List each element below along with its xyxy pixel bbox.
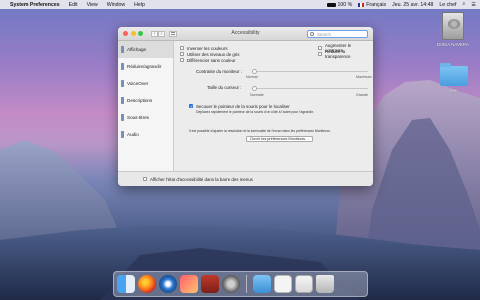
open-monitors-button[interactable]: Ouvrir les préférences Moniteurs…: [246, 136, 313, 142]
descriptions-icon: [121, 97, 124, 104]
captions-icon: [121, 114, 124, 121]
contrast-label: Contraste du moniteur :: [196, 69, 242, 74]
voiceover-icon: [121, 80, 124, 87]
sidebar-item-captions[interactable]: Sous-titres: [118, 109, 173, 126]
display-note: Il est possible d'ajuster la résolution …: [189, 129, 331, 133]
footer-label: Afficher l'état d'accessibilité dans la …: [150, 176, 253, 182]
shake-pointer-checkbox[interactable]: Secouer le pointeur de la souris pour le…: [189, 103, 290, 109]
audio-icon: [121, 131, 124, 138]
menu-help[interactable]: Help: [134, 2, 145, 8]
menu-app-name[interactable]: System Preferences: [10, 2, 60, 8]
music-icon[interactable]: [180, 275, 198, 293]
sidebar-item-affichage[interactable]: Affichage: [118, 41, 173, 58]
sidebar-item-zoom[interactable]: Réduire/agrandir: [118, 58, 173, 75]
sidebar-item-voiceover[interactable]: VoiceOver: [118, 75, 173, 92]
window-footer: Afficher l'état d'accessibilité dans la …: [118, 171, 373, 186]
trash-icon[interactable]: [315, 275, 334, 293]
search-field[interactable]: Search: [307, 29, 368, 38]
cursor-max-label: Grande: [356, 93, 368, 97]
accessibility-window: ‹ › Accessibility Search Affichage Rédui…: [118, 27, 373, 186]
system-preferences-icon[interactable]: [222, 275, 240, 293]
firefox-icon[interactable]: [138, 275, 156, 293]
french-flag-icon: [358, 2, 365, 7]
contrast-slider-knob[interactable]: [251, 68, 257, 74]
folder-label: titre: [450, 88, 458, 93]
photo-booth-icon[interactable]: [201, 275, 219, 293]
search-icon: [310, 32, 314, 36]
disk-label: DISKA NAVERA: [437, 42, 469, 47]
menu-bar: System Preferences Edit View Window Help…: [0, 0, 480, 9]
battery-percent: 100 %: [337, 1, 353, 8]
spotlight-icon[interactable]: ⌕: [462, 1, 465, 8]
thunderbird-icon[interactable]: [159, 275, 177, 293]
display-pane: Inverser les couleurs Utiliser des nivea…: [180, 43, 372, 171]
show-accessibility-status-checkbox[interactable]: [143, 177, 147, 181]
dock: [113, 271, 368, 297]
sidebar-item-audio[interactable]: Audio: [118, 126, 173, 143]
battery-icon: [326, 2, 336, 7]
desktop-disk-icon[interactable]: DISKA NAVERA: [432, 12, 474, 47]
shake-description: Déplacez rapidement le pointeur de la so…: [196, 110, 314, 114]
contrast-max-label: Maximum: [356, 75, 372, 79]
contrast-min-label: Normal: [246, 75, 258, 79]
cursor-min-label: Normale: [250, 93, 264, 97]
finder-icon[interactable]: [117, 275, 135, 293]
sidebar: Affichage Réduire/agrandir VoiceOver Des…: [118, 41, 174, 171]
desktop-folder[interactable]: titre: [436, 63, 472, 93]
notification-center-icon[interactable]: ☰: [471, 2, 476, 8]
cursor-slider-knob[interactable]: [251, 85, 257, 91]
folder-icon: [440, 63, 468, 86]
display-icon: [121, 46, 124, 53]
input-source-label: Français: [366, 1, 387, 8]
zoom-icon: [121, 63, 124, 70]
hard-disk-icon: [442, 12, 464, 40]
document-icon[interactable]: [273, 275, 292, 293]
folder-icon[interactable]: [252, 275, 271, 293]
window-titlebar[interactable]: ‹ › Accessibility Search: [118, 27, 373, 41]
mail-icon[interactable]: [294, 275, 313, 293]
battery-status[interactable]: 100 %: [326, 1, 353, 8]
menu-view[interactable]: View: [87, 2, 98, 8]
search-placeholder: Search: [317, 31, 331, 37]
menu-window[interactable]: Window: [107, 2, 125, 8]
reduce-transparency-checkbox[interactable]: Réduire la transparence: [318, 49, 370, 59]
menubar-user[interactable]: Le chef: [439, 2, 456, 8]
cursor-size-label: Taille du curseur :: [207, 85, 242, 90]
dock-separator: [246, 275, 247, 293]
menu-edit[interactable]: Edit: [69, 2, 78, 8]
cursor-slider-track[interactable]: [254, 88, 368, 90]
menubar-clock[interactable]: Jeu. 25 avr. 14:48: [392, 2, 433, 8]
contrast-slider-track[interactable]: [254, 71, 368, 73]
differentiate-without-color-checkbox[interactable]: Différencier sans couleur: [180, 57, 239, 63]
sidebar-item-descriptions[interactable]: Descriptions: [118, 92, 173, 109]
input-source-menu[interactable]: Français: [358, 2, 386, 8]
grayscale-checkbox[interactable]: Utiliser des niveaux de gris: [180, 51, 239, 57]
